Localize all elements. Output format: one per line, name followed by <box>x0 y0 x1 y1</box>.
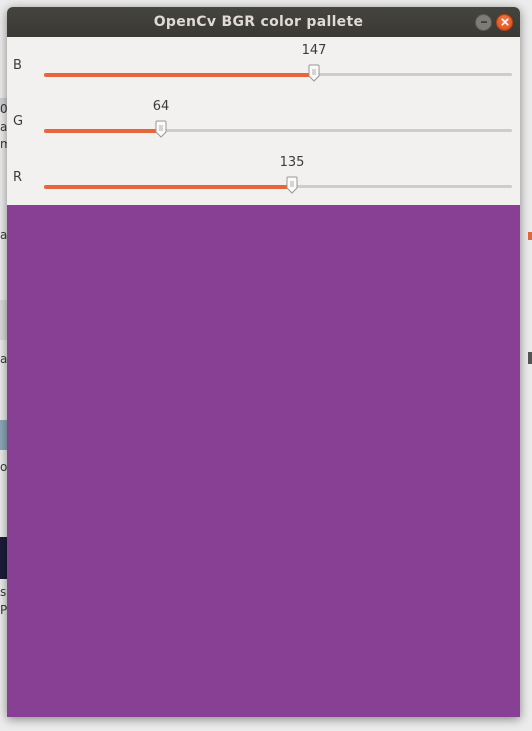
minimize-icon <box>480 17 488 28</box>
background-strip <box>528 232 532 240</box>
background-strip <box>0 300 7 340</box>
slider-track[interactable] <box>44 64 512 82</box>
trackbar-label: B <box>13 58 22 73</box>
minimize-button[interactable] <box>475 14 492 31</box>
trackbar-label: G <box>13 114 24 129</box>
slider-handle[interactable] <box>155 120 167 138</box>
trackbar-value: 147 <box>301 43 327 58</box>
background-text: s <box>0 585 7 599</box>
trackbar-value: 64 <box>152 99 170 114</box>
slider-handle[interactable] <box>308 64 320 82</box>
window-title: OpenCv BGR color pallete <box>153 14 364 30</box>
trackbar-g: G 64 <box>7 93 520 149</box>
background-strip <box>528 352 532 364</box>
trackbar-panel: B 147 G 64 R 135 <box>7 37 520 205</box>
slider-fill <box>44 128 161 133</box>
color-swatch <box>7 205 520 717</box>
app-window: OpenCv BGR color pallete B 147 G 64 R 13… <box>7 7 520 717</box>
close-icon <box>500 17 509 28</box>
slider-track[interactable] <box>44 120 512 138</box>
trackbar-r: R 135 <box>7 149 520 205</box>
slider-fill <box>44 72 314 77</box>
slider-handle[interactable] <box>286 176 298 194</box>
background-strip <box>0 537 7 579</box>
title-bar[interactable]: OpenCv BGR color pallete <box>7 7 520 37</box>
trackbar-value: 135 <box>279 155 305 170</box>
background-strip <box>0 420 7 450</box>
trackbar-b: B 147 <box>7 37 520 93</box>
slider-track[interactable] <box>44 176 512 194</box>
trackbar-label: R <box>13 170 23 185</box>
slider-fill <box>44 184 292 189</box>
close-button[interactable] <box>496 14 513 31</box>
